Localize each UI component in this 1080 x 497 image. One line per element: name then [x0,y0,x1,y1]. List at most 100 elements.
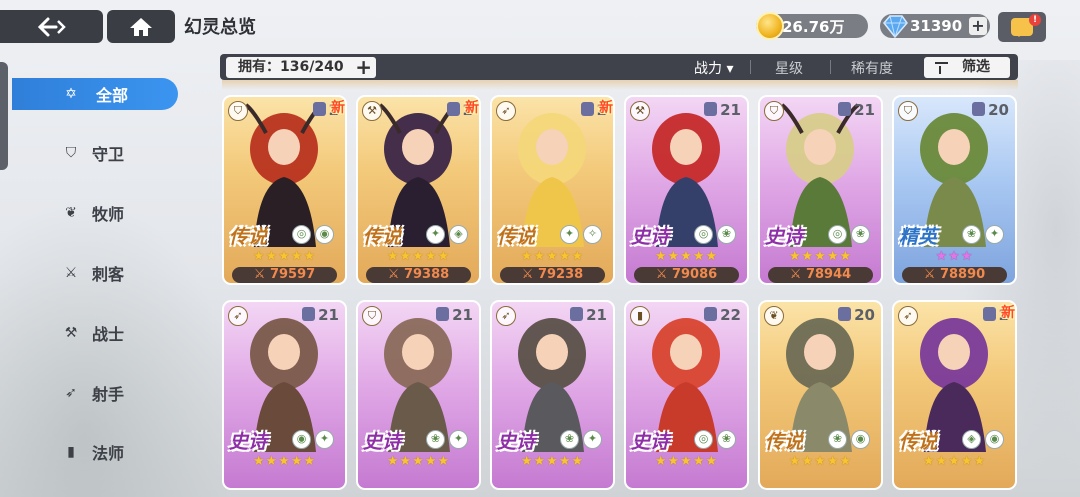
hero-card[interactable]: ➶ 21 史诗 ❀ ✦ ★★★★★ [490,300,615,490]
sidebar-item-1[interactable]: ⛉ 守卫 [0,137,178,169]
hero-card[interactable]: ⛉ 20 精英 ❀ ✦ ★★★ ⚔ 78890 [892,95,1017,285]
hero-level-value: 21 [854,101,875,119]
sidebar-item-label: 牧师 [92,205,125,224]
crossed-swords-icon: ⚔ [521,267,538,282]
hero-card[interactable]: ▮ 22 史诗 ◎ ❀ ★★★★★ [624,300,749,490]
star-rating: ★★★★★ [654,454,719,469]
hero-card[interactable]: ❦ 20 传说 ❀ ◉ ★★★★★ [758,300,883,490]
affinity-icon: ◈ [449,225,468,244]
home-icon [130,17,152,36]
combat-power: ⚔ 79238 [500,267,605,283]
star-rating: ★★★★★ [520,454,585,469]
hero-card[interactable]: ➶ 2 新传说 ✦ ✧ ★★★★★ ⚔ 79238 [490,95,615,285]
hero-card[interactable]: ⛉ 21 史诗 ❀ ✦ ★★★★★ [356,300,481,490]
filter-button[interactable]: 筛选 [924,57,1010,78]
sidebar-item-5[interactable]: ➶ 射手 [0,377,178,409]
affinity-icon: ◈ [962,430,981,449]
combat-power: ⚔ 79388 [366,267,471,283]
wings-icon: ❦ [764,306,784,326]
hero-card[interactable]: ➶ 2 新传说 ◈ ◉ ★★★★★ [892,300,1017,490]
hero-level-value: 20 [854,306,875,324]
affinity-icon: ❀ [717,430,736,449]
affinity-icon: ◉ [985,430,1004,449]
sort-by-power[interactable]: 战力 ▾ [694,58,733,78]
book-icon: ▮ [67,444,75,460]
back-arrow-icon [37,17,66,36]
sidebar-item-2[interactable]: ❦ 牧师 [0,197,178,229]
hero-level: 21 [838,101,875,119]
star-rating: ★★★★★ [520,249,585,264]
page-title: 幻灵总览 [184,17,256,38]
rarity-grade: 精英 [899,226,938,248]
back-button[interactable] [0,10,103,43]
shield-icon: ⛉ [898,101,918,121]
hero-card[interactable]: ⚒ 2 新传说 ✦ ◈ ★★★★★ ⚔ 79388 [356,95,481,285]
sidebar-item-label: 射手 [92,385,125,404]
affinity-icon: ❀ [426,430,445,449]
affinity-icon: ✦ [449,430,468,449]
expand-slots-icon: + [355,55,372,79]
crossed-swords-icon: ⚔ [387,267,404,282]
affinity-icon: ❀ [828,430,847,449]
rarity-grade: 史诗 [229,431,268,453]
affinity-icon: ◎ [694,225,713,244]
hero-level-value: 22 [720,306,741,324]
affinity-icon: ❀ [717,225,736,244]
home-button[interactable] [107,10,175,43]
shield-icon: ⛉ [65,145,77,161]
combat-power: ⚔ 78944 [768,267,873,283]
sidebar-item-label: 刺客 [92,265,125,284]
divider [750,60,751,74]
add-gems-button[interactable]: + [969,17,987,35]
affinity-icon: ✦ [560,225,579,244]
hero-level-value: 21 [586,306,607,324]
hero-card[interactable]: ⛉ 21 史诗 ◎ ❀ ★★★★★ ⚔ 78944 [758,95,883,285]
combat-power: ⚔ 79086 [634,267,739,283]
affinity-icon: ❀ [962,225,981,244]
axe-icon: ⚒ [630,101,650,121]
level-badge-icon [982,307,996,321]
sort-by-star[interactable]: 星级 [775,58,803,78]
filter-label: 筛选 [962,59,990,75]
level-badge-icon [570,307,584,321]
affinity-icon: ✦ [315,430,334,449]
level-badge-icon [704,307,718,321]
owned-count-label: 拥有：136/240 [238,59,344,75]
crossed-swords-icon: ⚔ [253,267,270,282]
sidebar-item-label: 战士 [92,325,125,344]
star-hexagram-icon: ✡ [65,86,77,102]
book-icon: ▮ [630,306,650,326]
sidebar-item-3[interactable]: ⚔ 刺客 [0,257,178,289]
rarity-grade: 史诗 [631,226,670,248]
hero-card[interactable]: ➶ 21 史诗 ◉ ✦ ★★★★★ [222,300,347,490]
hero-level-value: 20 [988,101,1009,119]
star-rating: ★★★ [935,249,974,264]
combat-power: ⚔ 78890 [902,267,1007,283]
level-badge-icon [580,102,594,116]
level-badge-icon [446,102,460,116]
gold-amount: 26.76万 [782,17,845,36]
affinity-icon: ❀ [851,225,870,244]
level-badge-icon [312,102,326,116]
hero-level: 21 [570,306,607,324]
rarity-grade: 传说 [497,226,536,248]
new-badge: 新 [599,100,613,116]
chat-button[interactable]: ! [998,12,1046,42]
hero-level: 20 [972,101,1009,119]
divider [830,60,831,74]
star-rating: ★★★★★ [252,454,317,469]
sidebar-item-4[interactable]: ⚒ 战士 [0,317,178,349]
sidebar-item-0[interactable]: ✡ 全部 [12,78,178,110]
affinity-icon: ◎ [694,430,713,449]
gold-coin-icon [756,12,784,40]
affinity-icon: ◉ [315,225,334,244]
hero-card[interactable]: ⚒ 21 史诗 ◎ ❀ ★★★★★ ⚔ 79086 [624,95,749,285]
rarity-grade: 史诗 [497,431,536,453]
combat-power-value: 79238 [537,267,584,282]
owned-count[interactable]: 拥有：136/240 + [226,57,376,78]
affinity-icon: ✦ [583,430,602,449]
sort-by-rarity[interactable]: 稀有度 [851,58,893,78]
hero-card[interactable]: ⛉ 2 新传说 ◎ ◉ ★★★★★ ⚔ 79597 [222,95,347,285]
rarity-grade: 史诗 [631,431,670,453]
sidebar-item-6[interactable]: ▮ 法师 [0,436,178,468]
